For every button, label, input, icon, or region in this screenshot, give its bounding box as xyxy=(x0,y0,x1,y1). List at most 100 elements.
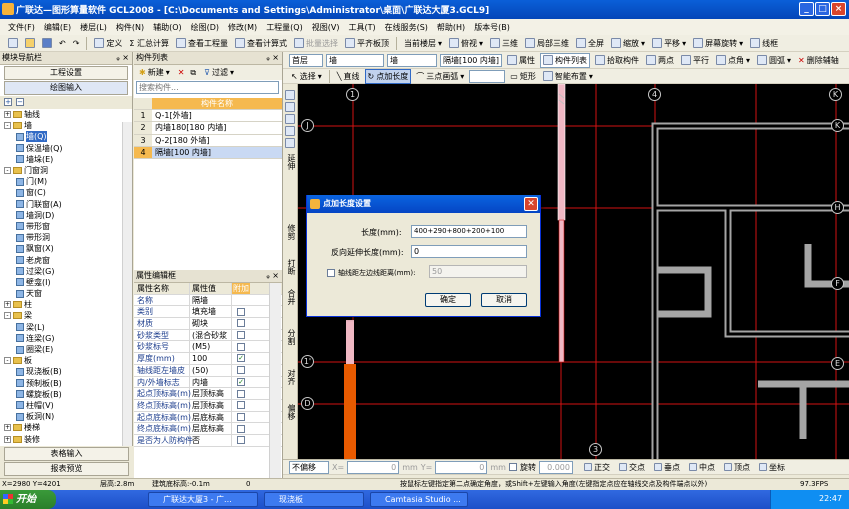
property-value[interactable]: 砌块 xyxy=(190,318,232,329)
axis-offset-checkbox[interactable] xyxy=(327,269,335,277)
tree-item[interactable]: 预制板(B) xyxy=(4,378,132,389)
property-value[interactable]: 层顶标高 xyxy=(190,388,232,399)
property-row[interactable]: 终点底标高(m) 层底标高 xyxy=(134,423,282,435)
y-input[interactable]: 0 xyxy=(435,460,488,474)
expand-toggle-icon[interactable]: - xyxy=(4,312,11,320)
tree-folder[interactable]: -梁 xyxy=(4,310,132,321)
menu-item[interactable]: 修改(M) xyxy=(228,22,257,33)
line-tool-button[interactable]: ╲ 直线 xyxy=(335,69,362,84)
menu-item[interactable]: 工具(T) xyxy=(348,22,375,33)
close-button[interactable]: × xyxy=(831,2,846,16)
report-preview-button[interactable]: 报表预览 xyxy=(4,462,129,476)
tree-item[interactable]: 天窗 xyxy=(4,288,132,299)
tree-folder[interactable]: - 门窗洞 xyxy=(4,165,132,176)
property-row[interactable]: 内/外墙标志 内墙 ✓ xyxy=(134,376,282,389)
new-component-button[interactable]: ✱ 新建 ▾ xyxy=(137,65,172,80)
menu-item[interactable]: 视图(V) xyxy=(312,22,340,33)
menu-item[interactable]: 构件(N) xyxy=(116,22,144,33)
tree-item[interactable]: 飘窗(X) xyxy=(4,243,132,254)
snap-option[interactable]: 顶点 xyxy=(722,460,752,475)
type-select[interactable]: 墙 xyxy=(387,53,437,67)
tree-item[interactable]: 墙洞(D) xyxy=(4,210,132,221)
edit-tool-icon[interactable] xyxy=(285,126,295,136)
tree-item[interactable]: 板洞(N) xyxy=(4,411,132,422)
edit-tool-3[interactable]: 合并 xyxy=(286,289,297,305)
expand-toggle-icon[interactable]: - xyxy=(4,122,11,130)
property-value[interactable]: 层顶标高 xyxy=(190,399,232,411)
snap-option[interactable]: 交点 xyxy=(617,460,647,475)
local-3d-button[interactable]: 局部三维 xyxy=(523,36,571,51)
batch-select-button[interactable]: 批量选择 xyxy=(292,36,340,51)
table-row[interactable]: 1 Q-1[外墙] xyxy=(134,110,282,123)
taskbar-task[interactable]: Camtasia Studio ... xyxy=(370,492,468,507)
menu-item[interactable]: 辅助(O) xyxy=(153,22,182,33)
table-row[interactable]: 2 内墙180[180 内墙] xyxy=(134,122,282,135)
attach-checkbox[interactable] xyxy=(237,319,245,328)
comp-list-button[interactable]: 构件列表 xyxy=(540,52,590,68)
menu-item[interactable]: 编辑(E) xyxy=(44,22,71,33)
attach-checkbox[interactable] xyxy=(237,366,245,375)
zoom-button[interactable]: 缩放 ▾ xyxy=(609,36,647,51)
table-row[interactable]: 4 隔墙[100 内墙] xyxy=(134,146,282,159)
edit-tool-icon[interactable] xyxy=(285,114,295,124)
menu-item[interactable]: 工程量(Q) xyxy=(266,22,303,33)
edit-tool-icon[interactable] xyxy=(285,102,295,112)
wall-inner-right[interactable] xyxy=(724,208,849,338)
fullscreen-button[interactable]: 全屏 xyxy=(574,36,606,51)
wall-top-right[interactable] xyxy=(651,122,849,459)
tree-item[interactable]: 壁龛(I) xyxy=(4,277,132,288)
two-points-button[interactable]: 两点 xyxy=(644,53,676,68)
property-row[interactable]: 名称 隔墙 xyxy=(134,294,282,307)
partition-wall-selected[interactable] xyxy=(558,219,565,363)
edit-tool-4[interactable]: 分割 xyxy=(286,329,297,345)
expand-toggle-icon[interactable]: - xyxy=(4,357,11,365)
table-row[interactable]: 3 Q-2[180 外墙] xyxy=(134,134,282,147)
menu-item[interactable]: 文件(F) xyxy=(8,22,35,33)
tree-item[interactable]: 带形洞 xyxy=(4,232,132,243)
attach-checkbox[interactable] xyxy=(237,331,245,340)
attach-checkbox[interactable] xyxy=(237,412,245,421)
property-row[interactable]: 起点顶标高(m) 层顶标高 xyxy=(134,388,282,400)
property-value[interactable]: 填充墙 xyxy=(190,306,232,318)
property-row[interactable]: 砂浆类型 (混合砂浆 xyxy=(134,329,282,342)
expand-toggle-icon[interactable]: + xyxy=(4,435,11,443)
length-input[interactable]: 400+290+800+200+100 xyxy=(411,225,527,238)
menu-item[interactable]: 在线服务(S) xyxy=(385,22,428,33)
tree-item[interactable]: 墙垛(E) xyxy=(4,154,132,165)
edit-tool-icon[interactable] xyxy=(285,90,295,100)
edit-tool-6[interactable]: 偏移 xyxy=(286,404,297,420)
rotate-checkbox[interactable] xyxy=(508,463,517,471)
collapse-all-icon[interactable]: − xyxy=(16,98,24,106)
smart-layout-button[interactable]: 智能布置 ▾ xyxy=(541,69,595,84)
point-length-button[interactable]: ↻ 点加长度 xyxy=(364,68,412,84)
filter-button[interactable]: ⊽ 过滤 ▾ xyxy=(202,65,236,80)
attach-checkbox[interactable] xyxy=(237,389,245,398)
tree-item[interactable]: 连梁(G) xyxy=(4,333,132,344)
edit-tool-0[interactable]: 延伸 xyxy=(286,154,297,170)
dialog-close-button[interactable]: ✕ xyxy=(524,197,538,211)
axis-offset-input[interactable]: 50 xyxy=(429,265,527,278)
attach-checkbox[interactable] xyxy=(237,436,245,445)
expand-toggle-icon[interactable]: + xyxy=(4,111,11,119)
parallel-button[interactable]: 平行 xyxy=(679,53,711,68)
taskbar-task[interactable]: 广联达大厦3 - 广... xyxy=(148,492,258,507)
rotate-button[interactable]: 屏幕旋转 ▾ xyxy=(691,36,745,51)
expand-toggle-icon[interactable]: + xyxy=(4,424,11,432)
property-row[interactable]: 类别 填充墙 xyxy=(134,306,282,319)
open-button[interactable] xyxy=(23,36,37,51)
property-row[interactable]: 起点底标高(m) 层底标高 xyxy=(134,411,282,424)
tree-item[interactable]: 螺旋板(B) xyxy=(4,389,132,400)
pan-button[interactable]: 平移 ▾ xyxy=(650,36,688,51)
property-value[interactable]: (混合砂浆 xyxy=(190,329,232,341)
edit-tool-1[interactable]: 修剪 xyxy=(286,224,297,240)
reverse-length-input[interactable]: 0 xyxy=(411,245,527,258)
delete-aux-button[interactable]: ✕ 删除辅轴 xyxy=(796,53,841,68)
wireframe-button[interactable]: 线框 xyxy=(748,36,780,51)
new-button[interactable] xyxy=(6,36,20,51)
pin-icon[interactable]: ᵩ × xyxy=(266,270,279,282)
wall-small-room[interactable] xyxy=(655,266,712,318)
edit-tool-5[interactable]: 对齐 xyxy=(286,369,297,385)
prop-scrollbar[interactable] xyxy=(269,283,281,478)
pin-icon[interactable]: ᵩ × xyxy=(116,52,129,64)
table-input-button[interactable]: 表格输入 xyxy=(4,447,129,461)
